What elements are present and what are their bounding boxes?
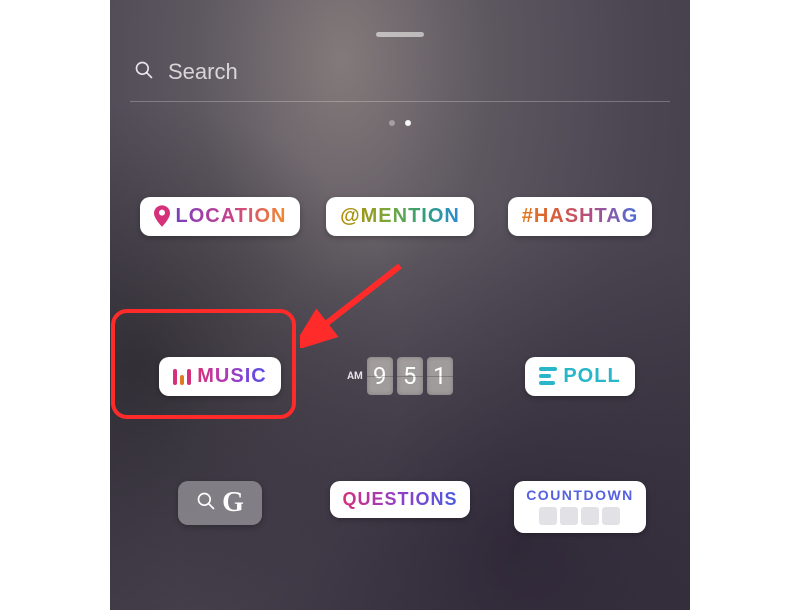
gif-sticker[interactable]: G <box>178 481 262 525</box>
hashtag-sticker[interactable]: #HASHTAG <box>508 197 653 236</box>
questions-label: QUESTIONS <box>342 489 457 510</box>
countdown-label: COUNTDOWN <box>526 487 634 503</box>
search-row[interactable] <box>130 55 670 102</box>
questions-sticker[interactable]: QUESTIONS <box>330 481 469 518</box>
time-ampm: AM <box>347 371 362 382</box>
music-label: MUSIC <box>197 365 266 388</box>
mention-sticker[interactable]: @MENTION <box>326 197 474 236</box>
hashtag-label: #HASHTAG <box>522 205 639 228</box>
poll-label: POLL <box>563 365 620 388</box>
phone-frame: LOCATION @MENTION #HASHTAG MUSIC AM <box>110 0 690 610</box>
time-sticker[interactable]: AM 9 5 1 <box>347 357 452 395</box>
search-input[interactable] <box>168 59 666 85</box>
page-dot[interactable] <box>389 120 395 126</box>
poll-sticker[interactable]: POLL <box>525 357 634 396</box>
location-label: LOCATION <box>176 205 287 228</box>
page-indicator <box>130 120 670 126</box>
sticker-grid: LOCATION @MENTION #HASHTAG MUSIC AM <box>130 136 670 610</box>
time-digit: 5 <box>397 357 423 395</box>
time-digit: 9 <box>367 357 393 395</box>
time-digit: 1 <box>427 357 453 395</box>
location-pin-icon <box>154 205 170 227</box>
search-icon <box>134 60 154 84</box>
sheet-grabber[interactable] <box>376 32 424 37</box>
countdown-sticker[interactable]: COUNTDOWN <box>514 481 646 533</box>
sticker-tray-sheet: LOCATION @MENTION #HASHTAG MUSIC AM <box>110 18 690 610</box>
page-dot-active[interactable] <box>405 120 411 126</box>
location-sticker[interactable]: LOCATION <box>140 197 301 236</box>
gif-letter: G <box>222 487 244 519</box>
search-icon <box>196 491 216 515</box>
canvas: LOCATION @MENTION #HASHTAG MUSIC AM <box>0 0 800 610</box>
music-sticker[interactable]: MUSIC <box>159 357 280 396</box>
countdown-boxes-icon <box>539 507 620 525</box>
music-bars-icon <box>173 367 191 385</box>
mention-label: @MENTION <box>340 205 460 228</box>
poll-bars-icon <box>539 367 557 385</box>
